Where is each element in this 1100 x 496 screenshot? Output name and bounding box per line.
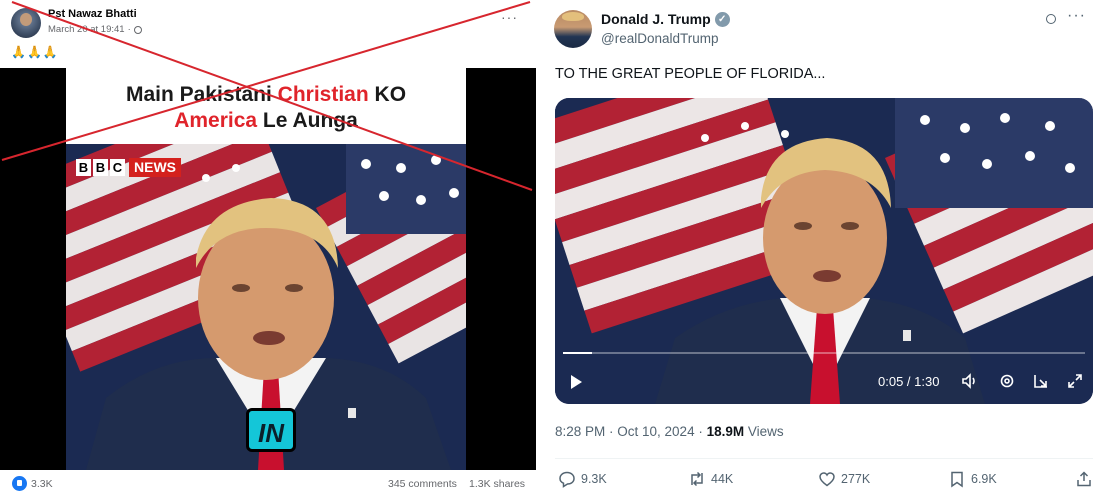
- reply-icon: [559, 471, 575, 488]
- settings-gear-icon[interactable]: [998, 372, 1016, 390]
- divider: [555, 458, 1093, 459]
- like-button[interactable]: 277K: [818, 470, 870, 488]
- bbc-news-label: NEWS: [129, 158, 181, 177]
- bookmark-count: 6.9K: [971, 472, 997, 486]
- share-icon: [1077, 471, 1091, 487]
- repost-icon: [691, 471, 703, 487]
- post-meta: March 20 at 19:41 ·: [48, 24, 142, 35]
- bbc-letter: C: [110, 159, 125, 176]
- author-name[interactable]: Pst Nawaz Bhatti: [48, 8, 137, 20]
- post-video[interactable]: Main Pakistani Christian KO America Le A…: [0, 68, 536, 470]
- picture-in-picture-icon[interactable]: [1032, 372, 1050, 390]
- author-name[interactable]: Donald J. Trump: [601, 11, 711, 27]
- repost-count: 44K: [711, 472, 734, 486]
- video-progress-bar[interactable]: [563, 352, 1085, 354]
- video-frame: Main Pakistani Christian KO America Le A…: [66, 68, 466, 470]
- like-count: 277K: [841, 472, 871, 486]
- facebook-post: Pst Nawaz Bhatti March 20 at 19:41 · ···…: [0, 0, 536, 496]
- video-progress-fill: [563, 352, 592, 354]
- bbc-news-logo: B B C NEWS: [76, 158, 181, 177]
- more-options-icon[interactable]: ···: [501, 10, 518, 24]
- tweet-timestamp-row: 8:28 PM · Oct 10, 2024 · 18.9M Views: [555, 424, 784, 439]
- like-icon: [12, 476, 27, 491]
- author-avatar[interactable]: [11, 8, 41, 38]
- post-footer: 3.3K 345 comments 1.3K shares: [0, 470, 536, 496]
- video-caption: Main Pakistani Christian KO America Le A…: [66, 68, 466, 144]
- video-time: 0:05 / 1:30: [878, 374, 940, 389]
- separator: ·: [127, 24, 131, 35]
- post-timestamp[interactable]: March 20 at 19:41: [48, 24, 125, 35]
- reaction-count[interactable]: 3.3K: [31, 478, 53, 490]
- grok-icon[interactable]: [1046, 14, 1056, 24]
- tweet-timestamp[interactable]: 8:28 PM · Oct 10, 2024 ·: [555, 424, 707, 439]
- reply-count: 9.3K: [581, 472, 607, 486]
- verified-badge-icon[interactable]: ✓: [714, 11, 730, 27]
- repost-button[interactable]: 44K: [688, 470, 733, 488]
- caption-line-2: America Le Aunga: [174, 109, 358, 132]
- author-handle[interactable]: @realDonaldTrump: [601, 31, 719, 46]
- share-count[interactable]: 1.3K shares: [469, 478, 525, 490]
- tweet-text: TO THE GREAT PEOPLE OF FLORIDA...: [555, 66, 826, 82]
- comment-count[interactable]: 345 comments: [388, 478, 457, 490]
- heart-icon: [819, 472, 835, 487]
- fullscreen-icon[interactable]: [1066, 372, 1084, 390]
- video-scene: [555, 98, 1093, 404]
- author-name-row[interactable]: Donald J. Trump ✓: [601, 11, 730, 27]
- volume-icon[interactable]: [961, 372, 979, 390]
- tweet: Donald J. Trump ✓ @realDonaldTrump ··· T…: [540, 0, 1100, 496]
- caption-line-1: Main Pakistani Christian KO: [125, 83, 407, 106]
- reply-button[interactable]: 9.3K: [558, 470, 607, 488]
- tweet-video[interactable]: 0:05 / 1:30: [555, 98, 1093, 404]
- author-avatar[interactable]: [554, 10, 592, 48]
- views-label: Views: [744, 424, 784, 439]
- share-button[interactable]: [1075, 470, 1093, 488]
- bookmark-button[interactable]: 6.9K: [948, 470, 997, 488]
- bbc-letter: B: [76, 159, 91, 176]
- bookmark-icon: [951, 471, 963, 488]
- views-count: 18.9M: [706, 424, 745, 439]
- globe-icon: [133, 25, 142, 34]
- bbc-letter: B: [93, 159, 108, 176]
- in-badge: IN: [246, 408, 296, 452]
- tweet-actions: 9.3K 44K 277K 6.9K: [540, 470, 1100, 492]
- post-text: 🙏🙏🙏: [11, 45, 59, 59]
- more-options-icon[interactable]: ···: [1067, 8, 1086, 24]
- play-icon[interactable]: [571, 375, 582, 389]
